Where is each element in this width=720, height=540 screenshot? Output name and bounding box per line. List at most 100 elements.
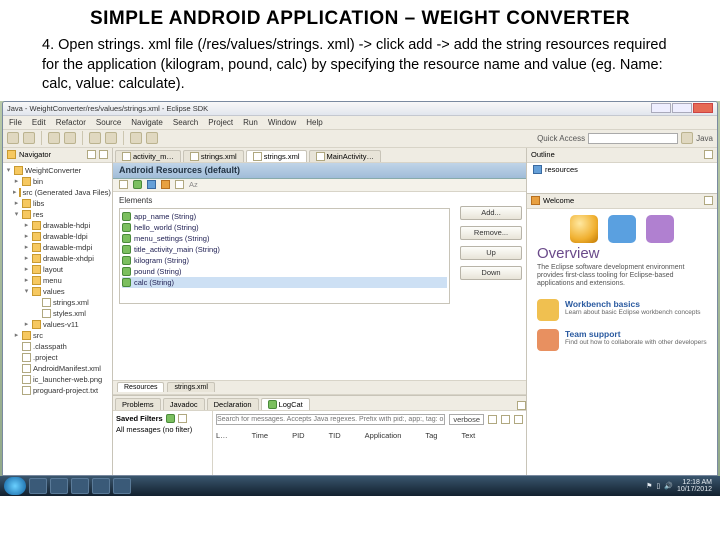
start-button[interactable] [4, 477, 26, 495]
tree-item[interactable]: proguard-project.txt [5, 385, 110, 396]
element-item[interactable]: hello_world (String) [122, 222, 447, 233]
remove-button[interactable]: Remove... [460, 226, 522, 240]
menu-project[interactable]: Project [208, 118, 233, 127]
java-perspective-icon[interactable] [681, 132, 693, 144]
save-log-icon[interactable] [488, 415, 497, 424]
tree-item[interactable]: ▸values-v11 [5, 319, 110, 330]
welcome-item-team[interactable]: Team supportFind out how to collaborate … [527, 325, 717, 355]
menu-search[interactable]: Search [173, 118, 198, 127]
tree-item[interactable]: .classpath [5, 341, 110, 352]
tree-item[interactable]: ▸src [5, 330, 110, 341]
tree-item[interactable]: ▸drawable-ldpi [5, 231, 110, 242]
editor-tab-0[interactable]: activity_m… [115, 150, 181, 162]
tree-item[interactable]: ▸layout [5, 264, 110, 275]
scroll-lock-icon[interactable] [501, 415, 510, 424]
style-icon[interactable] [175, 180, 184, 189]
tutorials-icon[interactable] [608, 215, 636, 243]
tree-item[interactable]: ▸src (Generated Java Files) [5, 187, 110, 198]
javadoc-tab[interactable]: Javadoc [163, 398, 205, 410]
explorer-icon[interactable] [29, 478, 47, 494]
menu-source[interactable]: Source [96, 118, 121, 127]
run-icon[interactable] [64, 132, 76, 144]
dimen-icon[interactable] [161, 180, 170, 189]
clear-log-icon[interactable] [514, 415, 523, 424]
tree-item[interactable]: ▾res [5, 209, 110, 220]
app2-icon[interactable] [113, 478, 131, 494]
save-icon[interactable] [23, 132, 35, 144]
overview-icon[interactable] [570, 215, 598, 243]
source-tab[interactable]: strings.xml [167, 382, 214, 392]
tree-item[interactable]: .project [5, 352, 110, 363]
logcat-search-input[interactable] [216, 414, 445, 425]
tree-item[interactable]: ▾WeightConverter [5, 165, 110, 176]
tree-item[interactable]: ▸menu [5, 275, 110, 286]
verbose-dropdown[interactable]: verbose [449, 414, 484, 425]
navigator-tab[interactable]: Navigator [3, 148, 112, 163]
tree-item[interactable]: styles.xml [5, 308, 110, 319]
add-filter-icon[interactable] [166, 414, 175, 423]
quick-access-input[interactable] [588, 133, 678, 144]
declaration-tab[interactable]: Declaration [207, 398, 259, 410]
editor-tab-2[interactable]: strings.xml [246, 150, 307, 162]
tree-item[interactable]: ▾values [5, 286, 110, 297]
editor-tab-1[interactable]: strings.xml [183, 150, 244, 162]
tree-item[interactable]: ▸drawable-hdpi [5, 220, 110, 231]
logcat-tab[interactable]: LogCat [261, 398, 310, 410]
menu-file[interactable]: File [9, 118, 22, 127]
element-item[interactable]: app_name (String) [122, 211, 447, 222]
class-icon[interactable] [105, 132, 117, 144]
samples-icon[interactable] [646, 215, 674, 243]
element-item[interactable]: calc (String) [122, 277, 447, 288]
menu-help[interactable]: Help [306, 118, 322, 127]
tree-item[interactable]: ▸drawable-mdpi [5, 242, 110, 253]
tray-flag-icon[interactable]: ⚑ [646, 482, 652, 490]
new-icon[interactable] [7, 132, 19, 144]
tray-network-icon[interactable]: ▯ [656, 482, 660, 490]
elements-list[interactable]: app_name (String)hello_world (String)men… [119, 208, 450, 304]
menu-run[interactable]: Run [243, 118, 258, 127]
element-item[interactable]: pound (String) [122, 266, 447, 277]
package-icon[interactable] [89, 132, 101, 144]
res-icon[interactable] [119, 180, 128, 189]
minimize-button[interactable] [651, 103, 671, 113]
all-messages-filter[interactable]: All messages (no filter) [116, 425, 209, 434]
color-icon[interactable] [147, 180, 156, 189]
app-icon[interactable] [92, 478, 110, 494]
up-button[interactable]: Up [460, 246, 522, 260]
problems-tab[interactable]: Problems [115, 398, 161, 410]
menu-window[interactable]: Window [268, 118, 296, 127]
remove-filter-icon[interactable] [178, 414, 187, 423]
menu-edit[interactable]: Edit [32, 118, 46, 127]
down-button[interactable]: Down [460, 266, 522, 280]
tray-sound-icon[interactable]: 🔊 [664, 482, 673, 490]
maximize-button[interactable] [672, 103, 692, 113]
home-icon[interactable] [704, 196, 713, 205]
eclipse-taskbar-icon[interactable] [71, 478, 89, 494]
tree-item[interactable]: ▸drawable-xhdpi [5, 253, 110, 264]
element-item[interactable]: menu_settings (String) [122, 233, 447, 244]
tree-item[interactable]: AndroidManifest.xml [5, 363, 110, 374]
element-item[interactable]: kilogram (String) [122, 255, 447, 266]
debug-icon[interactable] [48, 132, 60, 144]
search-icon[interactable] [130, 132, 142, 144]
link-icon[interactable] [87, 150, 96, 159]
browser-icon[interactable] [50, 478, 68, 494]
menu-navigate[interactable]: Navigate [131, 118, 163, 127]
welcome-item-workbench[interactable]: Workbench basicsLearn about basic Eclips… [527, 295, 717, 325]
tree-item[interactable]: ▸libs [5, 198, 110, 209]
tree-item[interactable]: ic_launcher-web.png [5, 374, 110, 385]
outline-tab[interactable]: Outline [527, 148, 717, 163]
open-type-icon[interactable] [146, 132, 158, 144]
menu-refactor[interactable]: Refactor [56, 118, 86, 127]
element-item[interactable]: title_activity_main (String) [122, 244, 447, 255]
tree-item[interactable]: strings.xml [5, 297, 110, 308]
tree-item[interactable]: ▸bin [5, 176, 110, 187]
min-icon[interactable] [517, 401, 526, 410]
outline-item[interactable]: resources [545, 165, 578, 174]
close-button[interactable] [693, 103, 713, 113]
outline-menu-icon[interactable] [704, 150, 713, 159]
resources-tab[interactable]: Resources [117, 382, 164, 392]
editor-tab-3[interactable]: MainActivity… [309, 150, 382, 162]
menu-icon[interactable] [99, 150, 108, 159]
navigator-tree[interactable]: ▾WeightConverter▸bin▸src (Generated Java… [3, 163, 112, 475]
